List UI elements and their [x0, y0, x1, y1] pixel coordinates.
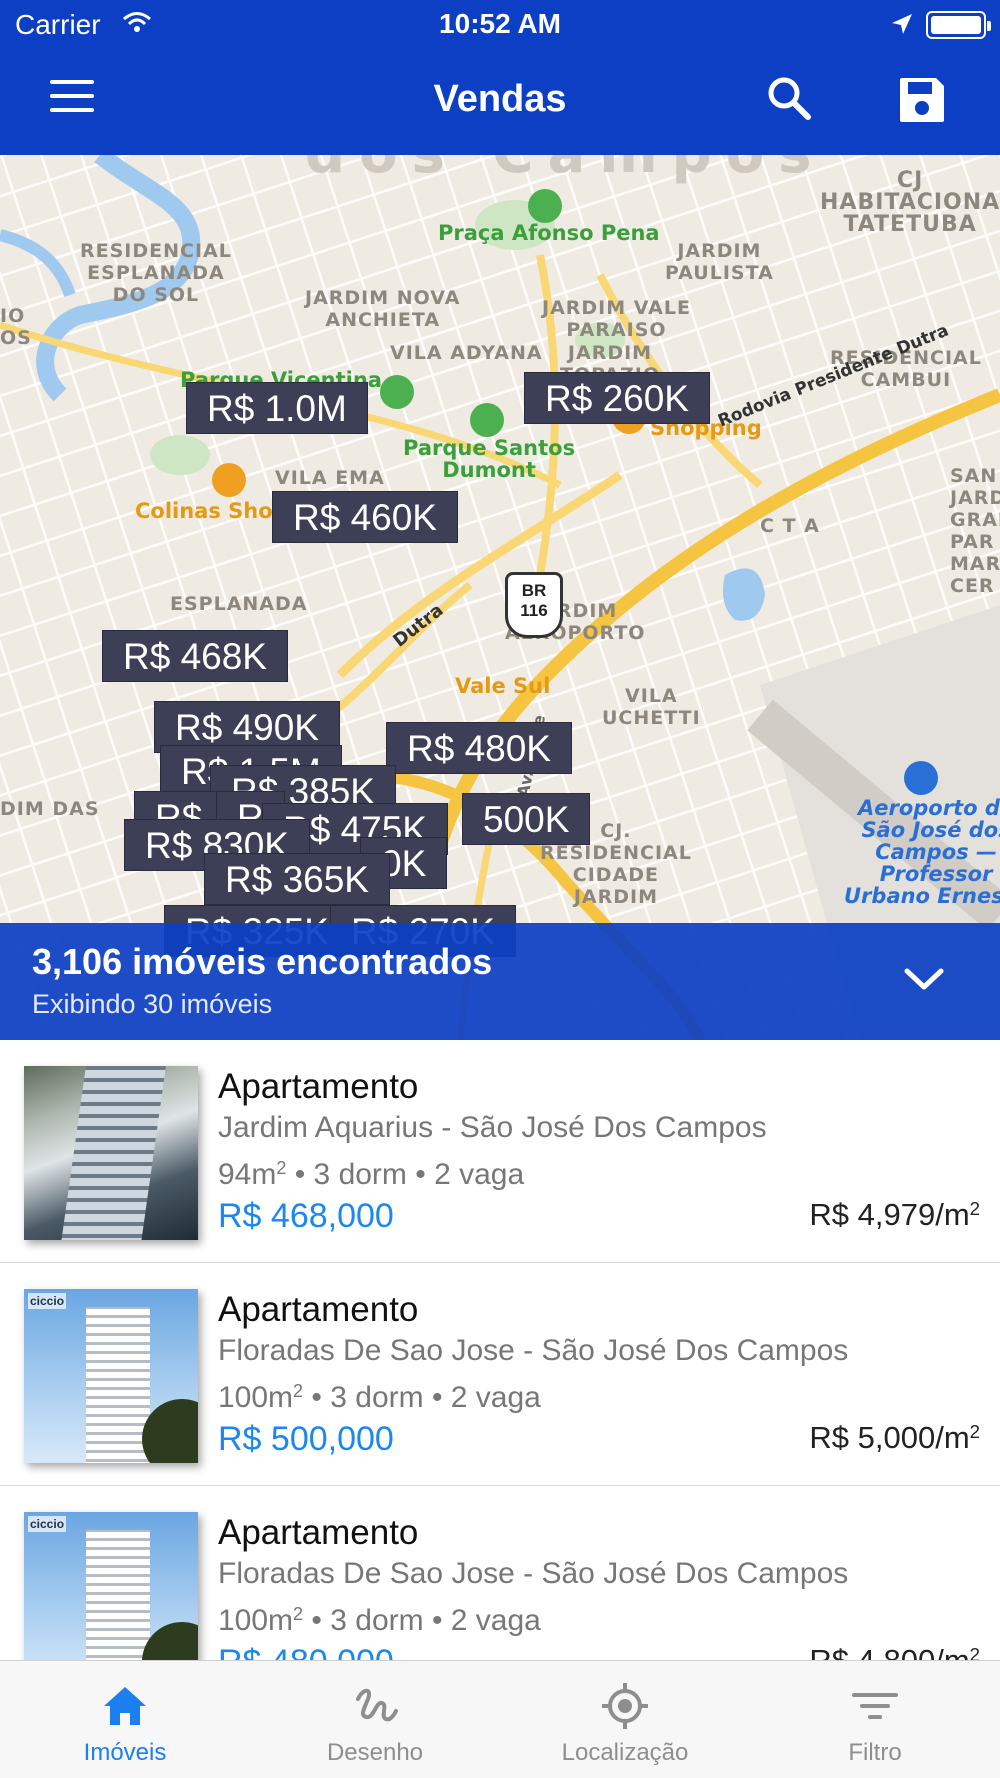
price-marker[interactable]: 500K [462, 793, 591, 845]
place-label: Aeroporto de São José dos Campos — Profe… [844, 796, 1000, 908]
area-label: ESPLANADA [170, 593, 308, 615]
listing-price: R$ 480,000 [218, 1643, 394, 1660]
listing-specs: 100m2 • 3 dorm • 2 vaga [218, 1603, 541, 1637]
listing-specs: 100m2 • 3 dorm • 2 vaga [218, 1380, 541, 1414]
top-bar: Carrier 10:52 AM Vendas [0, 0, 1000, 155]
listing-type: Apartamento [218, 1067, 419, 1106]
tab-filtro[interactable]: Filtro [750, 1661, 1000, 1778]
status-bar: Carrier 10:52 AM [0, 0, 1000, 50]
area-label: DIM DAS [0, 798, 100, 820]
search-icon[interactable] [765, 74, 813, 122]
listing-photo [24, 1066, 198, 1240]
tab-label: Localização [561, 1739, 689, 1766]
listing-price-per-m2: R$ 4,800/m2 [809, 1643, 980, 1660]
listing-list[interactable]: Apartamento Jardim Aquarius - São José D… [0, 1040, 1000, 1660]
park-pin-icon[interactable] [470, 403, 504, 437]
listing-photo: ciccio [24, 1512, 198, 1660]
home-icon [104, 1687, 146, 1725]
battery-icon [926, 11, 991, 39]
chevron-down-icon[interactable] [903, 965, 945, 995]
area-label: JARDIM NOVA ANCHIETA [305, 287, 461, 331]
listing-price-per-m2: R$ 4,979/m2 [809, 1196, 980, 1232]
listing-address: Floradas De Sao Jose - São José Dos Camp… [218, 1334, 849, 1367]
status-time: 10:52 AM [439, 8, 561, 39]
park-pin-icon[interactable] [380, 375, 414, 409]
tab-label: Filtro [848, 1739, 902, 1766]
airport-pin-icon[interactable] [904, 761, 938, 795]
shopping-pin-icon[interactable] [212, 463, 246, 497]
results-summary-bar[interactable]: 3,106 imóveis encontrados Exibindo 30 im… [0, 923, 1000, 1040]
place-label: Colinas Shop [135, 499, 288, 523]
area-label: CJ HABITACIONA TATETUBA [820, 168, 1000, 237]
location-target-icon [602, 1683, 648, 1729]
area-label: VILA EMA [275, 467, 385, 489]
price-marker[interactable]: R$ 468K [102, 630, 288, 682]
price-marker[interactable]: R$ 260K [524, 372, 710, 424]
save-icon[interactable] [898, 76, 946, 124]
listing-item[interactable]: ciccio Apartamento Floradas De Sao Jose … [0, 1263, 1000, 1486]
area-label: C T A [760, 515, 820, 537]
location-arrow-icon [892, 14, 912, 34]
listing-item[interactable]: Apartamento Jardim Aquarius - São José D… [0, 1040, 1000, 1263]
highway-shield-icon: BR 116 [505, 572, 563, 638]
tab-localizacao[interactable]: Localização [500, 1661, 750, 1778]
page-title: Vendas [433, 78, 567, 120]
price-marker[interactable]: R$ 365K [204, 853, 390, 905]
listing-address: Floradas De Sao Jose - São José Dos Camp… [218, 1557, 849, 1590]
tab-imoveis[interactable]: Imóveis [0, 1661, 250, 1778]
area-label: SAN JARDIM GRAN PAR MAR CER [950, 465, 1000, 597]
listing-price: R$ 500,000 [218, 1419, 394, 1458]
place-label: Parque Santos Dumont [403, 436, 576, 482]
tab-bar: Imóveis Desenho Localização Filtro [0, 1660, 1000, 1778]
listing-price: R$ 468,000 [218, 1196, 394, 1235]
area-label: IO OS [0, 305, 32, 349]
price-marker[interactable]: R$ 460K [272, 491, 458, 543]
tab-label: Imóveis [83, 1739, 167, 1766]
park-pin-icon[interactable] [528, 189, 562, 223]
area-label: RESIDENCIAL ESPLANADA DO SOL [80, 240, 232, 306]
area-label: JARDIM PAULISTA [665, 240, 774, 284]
map-view[interactable]: dos Campos RESIDENCIAL ESPLANADA DO SOL … [0, 155, 1000, 1040]
filter-icon [852, 1693, 898, 1719]
listing-item[interactable]: ciccio Apartamento Floradas De Sao Jose … [0, 1486, 1000, 1660]
listing-type: Apartamento [218, 1513, 419, 1552]
area-label: VILA UCHETTI [602, 685, 701, 729]
tab-label: Desenho [326, 1739, 424, 1766]
listing-photo: ciccio [24, 1289, 198, 1463]
area-label: VILA ADYANA [390, 342, 543, 364]
tab-desenho[interactable]: Desenho [250, 1661, 500, 1778]
listing-specs: 94m2 • 3 dorm • 2 vaga [218, 1157, 525, 1191]
listing-price-per-m2: R$ 5,000/m2 [809, 1419, 980, 1455]
city-label: dos Campos [305, 155, 826, 182]
results-showing: Exibindo 30 imóveis [32, 989, 273, 1019]
results-count: 3,106 imóveis encontrados [32, 941, 493, 982]
place-label: Vale Sul [455, 674, 551, 698]
area-label: JARDIM VALE PARAISO [542, 297, 691, 341]
price-marker[interactable]: R$ 480K [386, 722, 572, 774]
listing-type: Apartamento [218, 1290, 419, 1329]
draw-icon [356, 1688, 398, 1722]
price-marker[interactable]: R$ 1.0M [186, 382, 368, 434]
place-label: Praça Afonso Pena [438, 221, 660, 245]
listing-address: Jardim Aquarius - São José Dos Campos [218, 1111, 767, 1144]
